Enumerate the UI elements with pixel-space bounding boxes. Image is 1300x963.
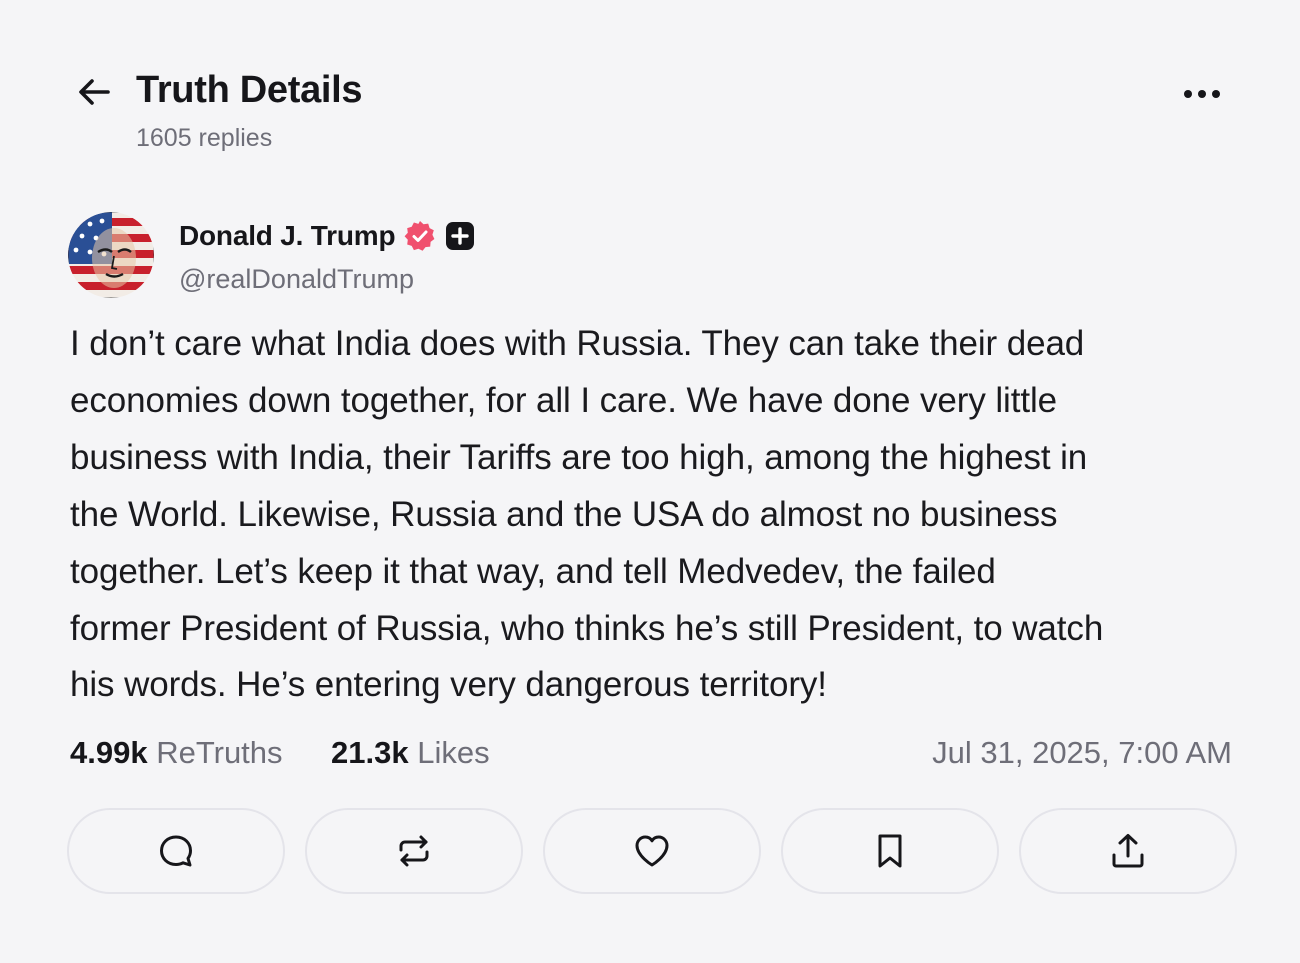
post-text-line: his words. He’s entering very dangerous … [70,665,827,705]
author-name[interactable]: Donald J. Trump [179,220,396,252]
post-text: I don’t care what India does with Russia… [70,316,1240,714]
avatar[interactable] [68,212,154,298]
retruth-button[interactable] [305,808,523,894]
post-text-line: business with India, their Tariffs are t… [70,437,1088,477]
bookmark-icon [878,834,902,868]
post-text-line: the World. Likewise, Russia and the USA … [70,494,1058,534]
retruths-label: ReTruths [156,735,283,770]
post-text-line: former President of Russia, who thinks h… [70,608,1104,648]
author-handle[interactable]: @realDonaldTrump [179,262,414,296]
retruth-icon [399,835,429,867]
like-button[interactable] [543,808,761,894]
more-horizontal-icon [1184,90,1220,98]
heart-icon [635,835,669,867]
likes-count: 21.3k [331,735,409,770]
verified-badge-icon [403,219,437,253]
avatar-image [68,212,154,298]
share-button[interactable] [1019,808,1237,894]
arrow-left-icon [79,79,110,105]
share-icon [1112,834,1144,868]
reply-count: 1605 replies [136,124,273,152]
post-text-line: economies down together, for all I care.… [70,380,1058,420]
author-name-row: Donald J. Trump [179,216,475,256]
reply-button[interactable] [67,808,285,894]
bookmark-button[interactable] [781,808,999,894]
back-button[interactable] [70,68,118,116]
post-text-line: I don’t care what India does with Russia… [70,324,1085,363]
post-timestamp: Jul 31, 2025, 7:00 AM [932,735,1232,770]
plus-badge-icon [445,221,475,251]
retruths-stat[interactable]: 4.99k ReTruths [70,730,283,776]
likes-stat[interactable]: 21.3k Likes [331,730,490,776]
page-header: Truth Details 1605 replies [70,60,1230,160]
post-stats: 4.99k ReTruths 21.3k Likes Jul 31, 2025,… [70,730,1232,776]
post-author: Donald J. Trump @realDonaldTrump [68,212,1228,302]
likes-label: Likes [417,735,490,770]
page-title: Truth Details [136,69,363,111]
post-text-line: together. Let’s keep it that way, and te… [70,551,996,591]
post-actions [67,808,1237,894]
reply-icon [160,835,192,867]
retruths-count: 4.99k [70,735,148,770]
more-options-button[interactable] [1178,72,1230,116]
